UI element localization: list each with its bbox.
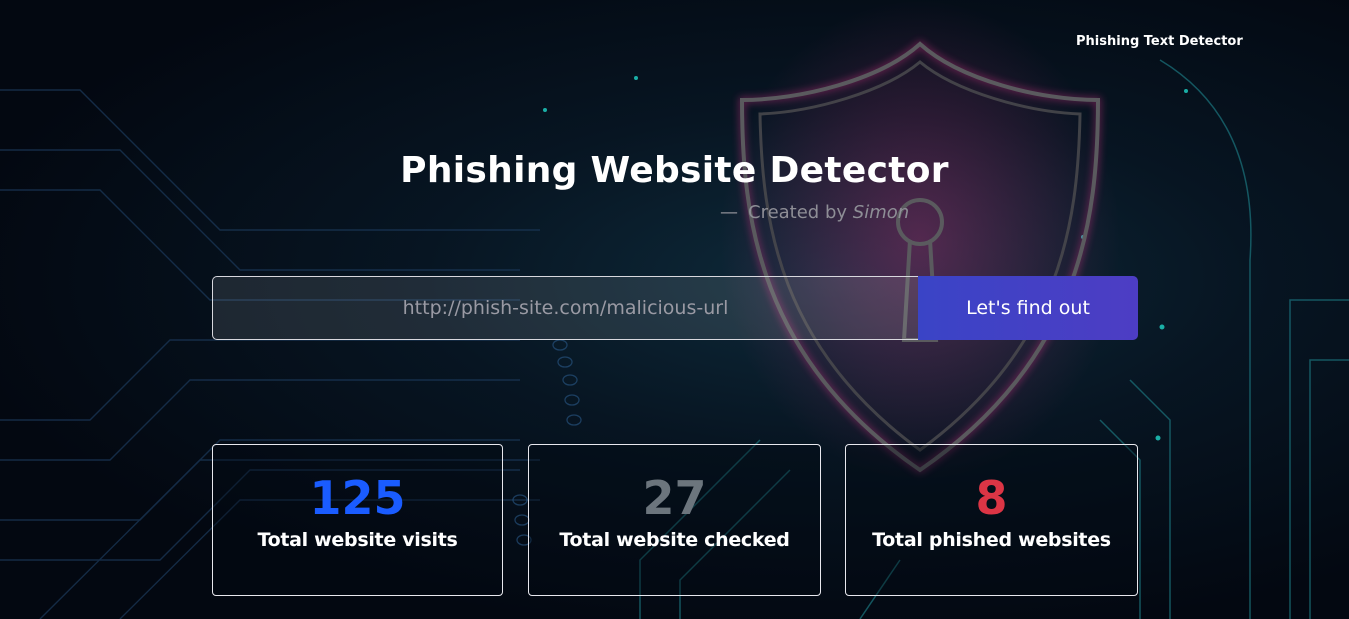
nav-link-phishing-text-detector[interactable]: Phishing Text Detector xyxy=(1076,34,1243,49)
stat-label: Total website checked xyxy=(559,529,790,551)
stat-card-checked: 27 Total website checked xyxy=(528,444,821,596)
find-out-button[interactable]: Let's find out xyxy=(918,276,1138,340)
page-title: Phishing Website Detector xyxy=(400,150,949,191)
url-search-form: Let's find out xyxy=(212,276,1138,340)
stat-label: Total website visits xyxy=(257,529,458,551)
stat-card-phished: 8 Total phished websites xyxy=(845,444,1138,596)
byline-prefix: Created by xyxy=(748,202,848,223)
byline-dash: — xyxy=(720,202,738,223)
page: Phishing Text Detector Phishing Website … xyxy=(0,0,1349,619)
stat-label: Total phished websites xyxy=(872,529,1111,551)
stat-value: 125 xyxy=(309,471,406,525)
stat-card-visits: 125 Total website visits xyxy=(212,444,503,596)
url-input[interactable] xyxy=(212,276,918,340)
stat-value: 8 xyxy=(975,471,1008,525)
byline-author: Simon xyxy=(852,202,910,223)
stat-value: 27 xyxy=(642,471,707,525)
byline: — Created by Simon xyxy=(720,202,909,223)
